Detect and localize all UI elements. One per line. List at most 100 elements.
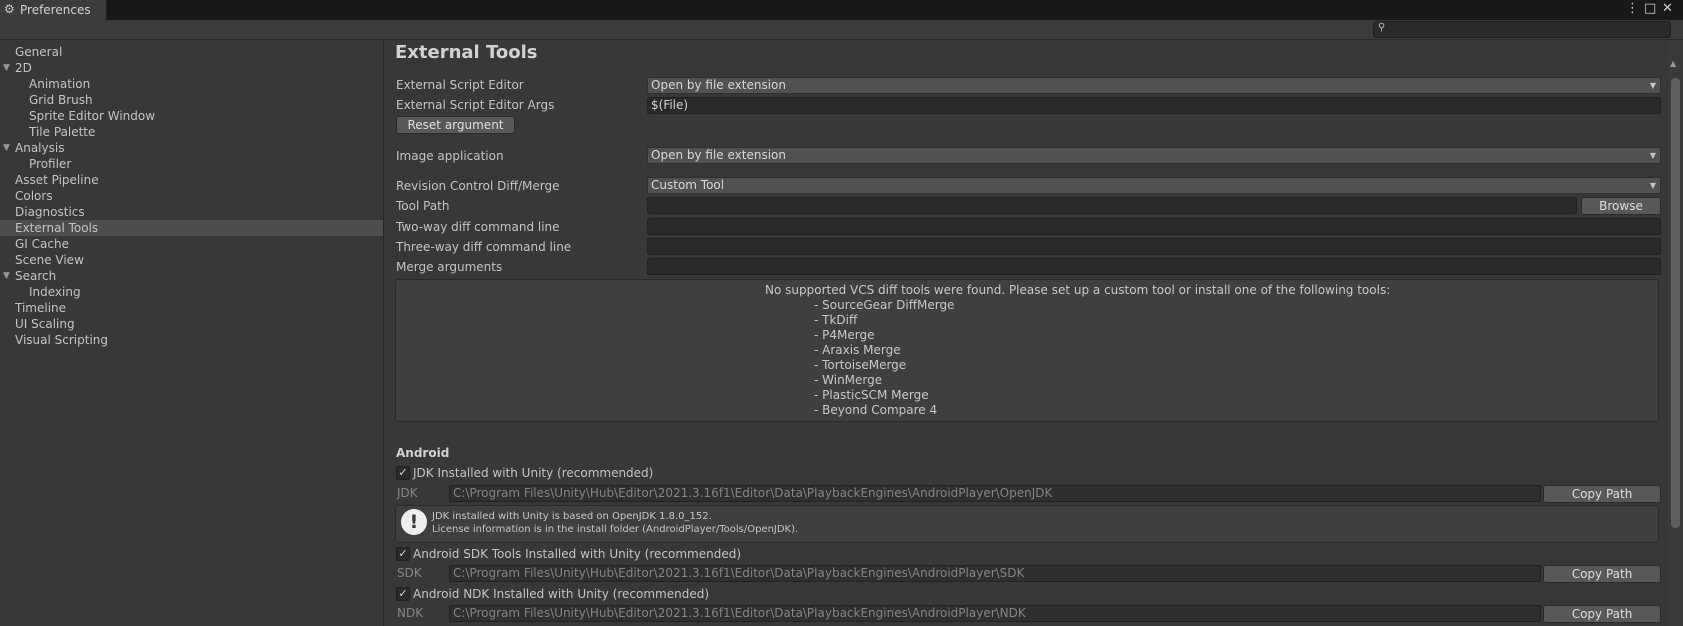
vcs-help-header: No supported VCS diff tools were found. …	[765, 283, 1391, 297]
expand-triangle-icon[interactable]: ▼	[3, 60, 10, 76]
sidebar-item-label: Tile Palette	[29, 125, 96, 139]
field-value: C:\Program Files\Unity\Hub\Editor\2021.3…	[453, 566, 1025, 580]
sidebar-item-tile-palette[interactable]: Tile Palette	[0, 124, 383, 140]
vcs-tool-item: - PlasticSCM Merge	[814, 388, 929, 402]
dropdown-value: Open by file extension	[651, 148, 786, 162]
copy-sdk-path-button[interactable]: Copy Path	[1543, 565, 1661, 583]
sidebar-item-gi-cache[interactable]: GI Cache	[0, 236, 383, 252]
window-title: Preferences	[20, 3, 91, 17]
close-icon[interactable]: ✕	[1662, 1, 1673, 16]
dropdown-value: Open by file extension	[651, 78, 786, 92]
sidebar-item-general[interactable]: General	[0, 44, 383, 60]
sidebar-item-label: Visual Scripting	[15, 333, 108, 347]
sidebar-item-label: Colors	[15, 189, 53, 203]
sidebar-item-timeline[interactable]: Timeline	[0, 300, 383, 316]
sidebar-item-grid-brush[interactable]: Grid Brush	[0, 92, 383, 108]
expand-triangle-icon[interactable]: ▼	[3, 268, 10, 284]
vcs-tool-item: - SourceGear DiffMerge	[814, 298, 955, 312]
sdk-installed-checkbox[interactable]: ✓	[396, 547, 410, 561]
vcs-help-box	[395, 279, 1659, 422]
sidebar-item-label: Analysis	[15, 141, 65, 155]
sidebar-item-ui-scaling[interactable]: UI Scaling	[0, 316, 383, 332]
tool-path-input[interactable]	[647, 197, 1577, 214]
ndk-path-field: C:\Program Files\Unity\Hub\Editor\2021.3…	[449, 605, 1541, 622]
sidebar-item-label: Animation	[29, 77, 91, 91]
page-title: External Tools	[395, 42, 538, 63]
external-script-editor-dropdown[interactable]: Open by file extension ▼	[647, 77, 1661, 94]
sidebar-item-label: Diagnostics	[15, 205, 85, 219]
revision-control-dropdown[interactable]: Custom Tool ▼	[647, 177, 1661, 194]
sidebar-item-label: External Tools	[15, 221, 99, 235]
vcs-tool-item: - Araxis Merge	[814, 343, 901, 357]
dropdown-value: Custom Tool	[651, 178, 725, 192]
merge-arguments-input[interactable]	[647, 258, 1661, 275]
check-icon: ✓	[398, 547, 408, 560]
reset-argument-button[interactable]: Reset argument	[396, 116, 515, 134]
sdk-installed-label: Android SDK Tools Installed with Unity (…	[413, 547, 742, 561]
sidebar-item-label: Sprite Editor Window	[29, 109, 156, 123]
vcs-tool-item: - P4Merge	[814, 328, 875, 342]
android-section-heading: Android	[396, 446, 450, 460]
external-script-editor-args-label: External Script Editor Args	[396, 98, 555, 112]
ndk-installed-checkbox[interactable]: ✓	[396, 587, 410, 601]
ndk-label: NDK	[397, 606, 424, 620]
copy-jdk-path-button[interactable]: Copy Path	[1543, 485, 1661, 503]
sidebar-item-label: Grid Brush	[29, 93, 93, 107]
browse-button[interactable]: Browse	[1581, 197, 1661, 215]
expand-triangle-icon[interactable]: ▼	[3, 140, 10, 156]
field-value: C:\Program Files\Unity\Hub\Editor\2021.3…	[453, 486, 1053, 500]
sidebar-item-profiler[interactable]: Profiler	[0, 156, 383, 172]
sidebar-item-2d[interactable]: ▼ 2D	[0, 60, 383, 76]
vcs-tool-item: - Beyond Compare 4	[814, 403, 938, 417]
sidebar-item-indexing[interactable]: Indexing	[0, 284, 383, 300]
sidebar-item-colors[interactable]: Colors	[0, 188, 383, 204]
field-value: $(File)	[651, 98, 689, 112]
sidebar-item-label: Indexing	[29, 285, 81, 299]
two-way-diff-input[interactable]	[647, 218, 1661, 235]
scroll-up-arrow-icon[interactable]: ▲	[1670, 59, 1676, 68]
sidebar-item-visual-scripting[interactable]: Visual Scripting	[0, 332, 383, 348]
sdk-path-field: C:\Program Files\Unity\Hub\Editor\2021.3…	[449, 565, 1541, 582]
sidebar-item-label: General	[15, 45, 63, 59]
sidebar-item-label: UI Scaling	[15, 317, 75, 331]
image-application-dropdown[interactable]: Open by file extension ▼	[647, 147, 1661, 164]
jdk-installed-label: JDK Installed with Unity (recommended)	[413, 466, 654, 480]
check-icon: ✓	[398, 587, 408, 600]
three-way-diff-label: Three-way diff command line	[396, 240, 572, 254]
field-value: C:\Program Files\Unity\Hub\Editor\2021.3…	[453, 606, 1026, 620]
sdk-label: SDK	[397, 566, 422, 580]
title-bar	[0, 0, 1683, 20]
search-input[interactable]: ⚲	[1373, 21, 1671, 38]
external-script-editor-args-input[interactable]: $(File)	[647, 97, 1661, 114]
sidebar-item-label: Profiler	[29, 157, 72, 171]
ndk-installed-label: Android NDK Installed with Unity (recomm…	[413, 587, 710, 601]
jdk-installed-checkbox[interactable]: ✓	[396, 466, 410, 480]
tool-path-label: Tool Path	[396, 199, 450, 213]
maximize-icon[interactable]: □	[1644, 1, 1656, 16]
sidebar-item-scene-view[interactable]: Scene View	[0, 252, 383, 268]
vcs-tool-item: - TkDiff	[814, 313, 858, 327]
check-icon: ✓	[398, 466, 408, 479]
scrollbar-thumb[interactable]	[1671, 78, 1680, 528]
copy-ndk-path-button[interactable]: Copy Path	[1543, 605, 1661, 623]
sidebar-item-label: 2D	[15, 61, 32, 75]
sidebar-item-sprite-editor-window[interactable]: Sprite Editor Window	[0, 108, 383, 124]
sidebar-item-label: Scene View	[15, 253, 84, 267]
jdk-path-field: C:\Program Files\Unity\Hub\Editor\2021.3…	[449, 485, 1541, 502]
three-way-diff-input[interactable]	[647, 238, 1661, 255]
preferences-tab[interactable]: ⚙ Preferences	[0, 0, 107, 21]
two-way-diff-label: Two-way diff command line	[396, 220, 560, 234]
sidebar-item-label: Timeline	[15, 301, 67, 315]
sidebar-item-external-tools[interactable]: External Tools	[0, 220, 383, 236]
sidebar-item-analysis[interactable]: ▼ Analysis	[0, 140, 383, 156]
sidebar-item-label: Search	[15, 269, 57, 283]
sidebar-item-animation[interactable]: Animation	[0, 76, 383, 92]
sidebar-item-diagnostics[interactable]: Diagnostics	[0, 204, 383, 220]
gear-icon: ⚙	[4, 2, 15, 16]
more-icon[interactable]: ⋮	[1626, 1, 1639, 16]
sidebar-item-search[interactable]: ▼ Search	[0, 268, 383, 284]
image-application-label: Image application	[396, 149, 504, 163]
sidebar-item-label: Asset Pipeline	[15, 173, 99, 187]
search-icon: ⚲	[1378, 22, 1386, 33]
sidebar-item-asset-pipeline[interactable]: Asset Pipeline	[0, 172, 383, 188]
